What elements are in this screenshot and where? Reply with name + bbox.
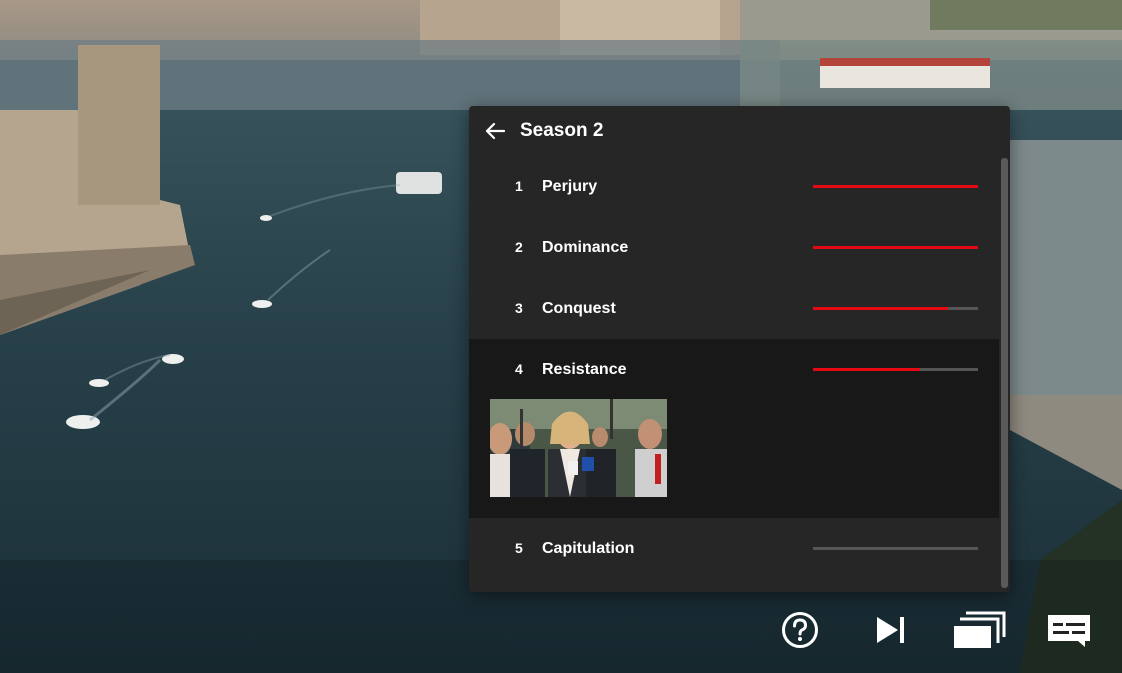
episode-item[interactable]: 3 Conquest <box>469 278 999 339</box>
episode-item-expanded[interactable]: 4 Resistance <box>469 339 999 518</box>
help-button[interactable] <box>776 606 824 654</box>
episode-thumbnail[interactable] <box>490 399 667 497</box>
episodes-button[interactable] <box>950 606 1008 654</box>
episode-progress-fill <box>813 185 978 188</box>
episode-progress-bar <box>813 307 978 310</box>
episode-panel: Season 2 1 Perjury 2 Dominance 3 Conques… <box>469 106 1010 592</box>
episode-item[interactable]: 2 Dominance <box>469 217 999 278</box>
episode-list: 1 Perjury 2 Dominance 3 Conquest 4 Resis… <box>469 156 999 592</box>
scrollbar-thumb[interactable] <box>1001 158 1008 588</box>
episode-number: 5 <box>515 540 523 556</box>
episode-title: Conquest <box>542 300 616 317</box>
panel-header: Season 2 <box>469 106 1010 156</box>
episode-progress-bar <box>813 547 978 550</box>
episode-item[interactable]: 5 Capitulation <box>469 518 999 579</box>
episode-title: Dominance <box>542 239 629 256</box>
episode-row: 5 Capitulation <box>469 518 999 579</box>
subtitles-button[interactable] <box>1043 606 1095 654</box>
next-episode-icon <box>877 617 904 643</box>
arrow-left-icon <box>485 122 506 140</box>
subtitles-icon <box>1048 615 1090 647</box>
episodes-icon <box>954 611 1006 648</box>
episode-progress-bar <box>813 246 978 249</box>
help-icon <box>782 612 818 648</box>
next-episode-button[interactable] <box>866 606 914 654</box>
episode-row: 4 Resistance <box>469 339 999 400</box>
episode-number: 1 <box>515 178 523 194</box>
episode-row: 3 Conquest <box>469 278 999 339</box>
season-title: Season 2 <box>520 120 604 141</box>
episode-title: Perjury <box>542 178 598 195</box>
episode-list-scrollbar[interactable] <box>999 156 1010 592</box>
episode-title: Resistance <box>542 361 627 378</box>
episode-number: 3 <box>515 300 523 316</box>
episode-progress-bar <box>813 185 978 188</box>
episode-row: 2 Dominance <box>469 217 999 278</box>
episode-number: 2 <box>515 239 523 255</box>
back-button[interactable] <box>480 116 510 146</box>
episode-progress-fill <box>813 307 949 310</box>
episode-item[interactable]: 1 Perjury <box>469 156 999 217</box>
episode-number: 4 <box>515 361 523 377</box>
episode-progress-fill <box>813 246 978 249</box>
episode-progress-bar <box>813 368 978 371</box>
episode-row: 1 Perjury <box>469 156 999 217</box>
episode-title: Capitulation <box>542 540 635 557</box>
episode-progress-fill <box>813 368 921 371</box>
